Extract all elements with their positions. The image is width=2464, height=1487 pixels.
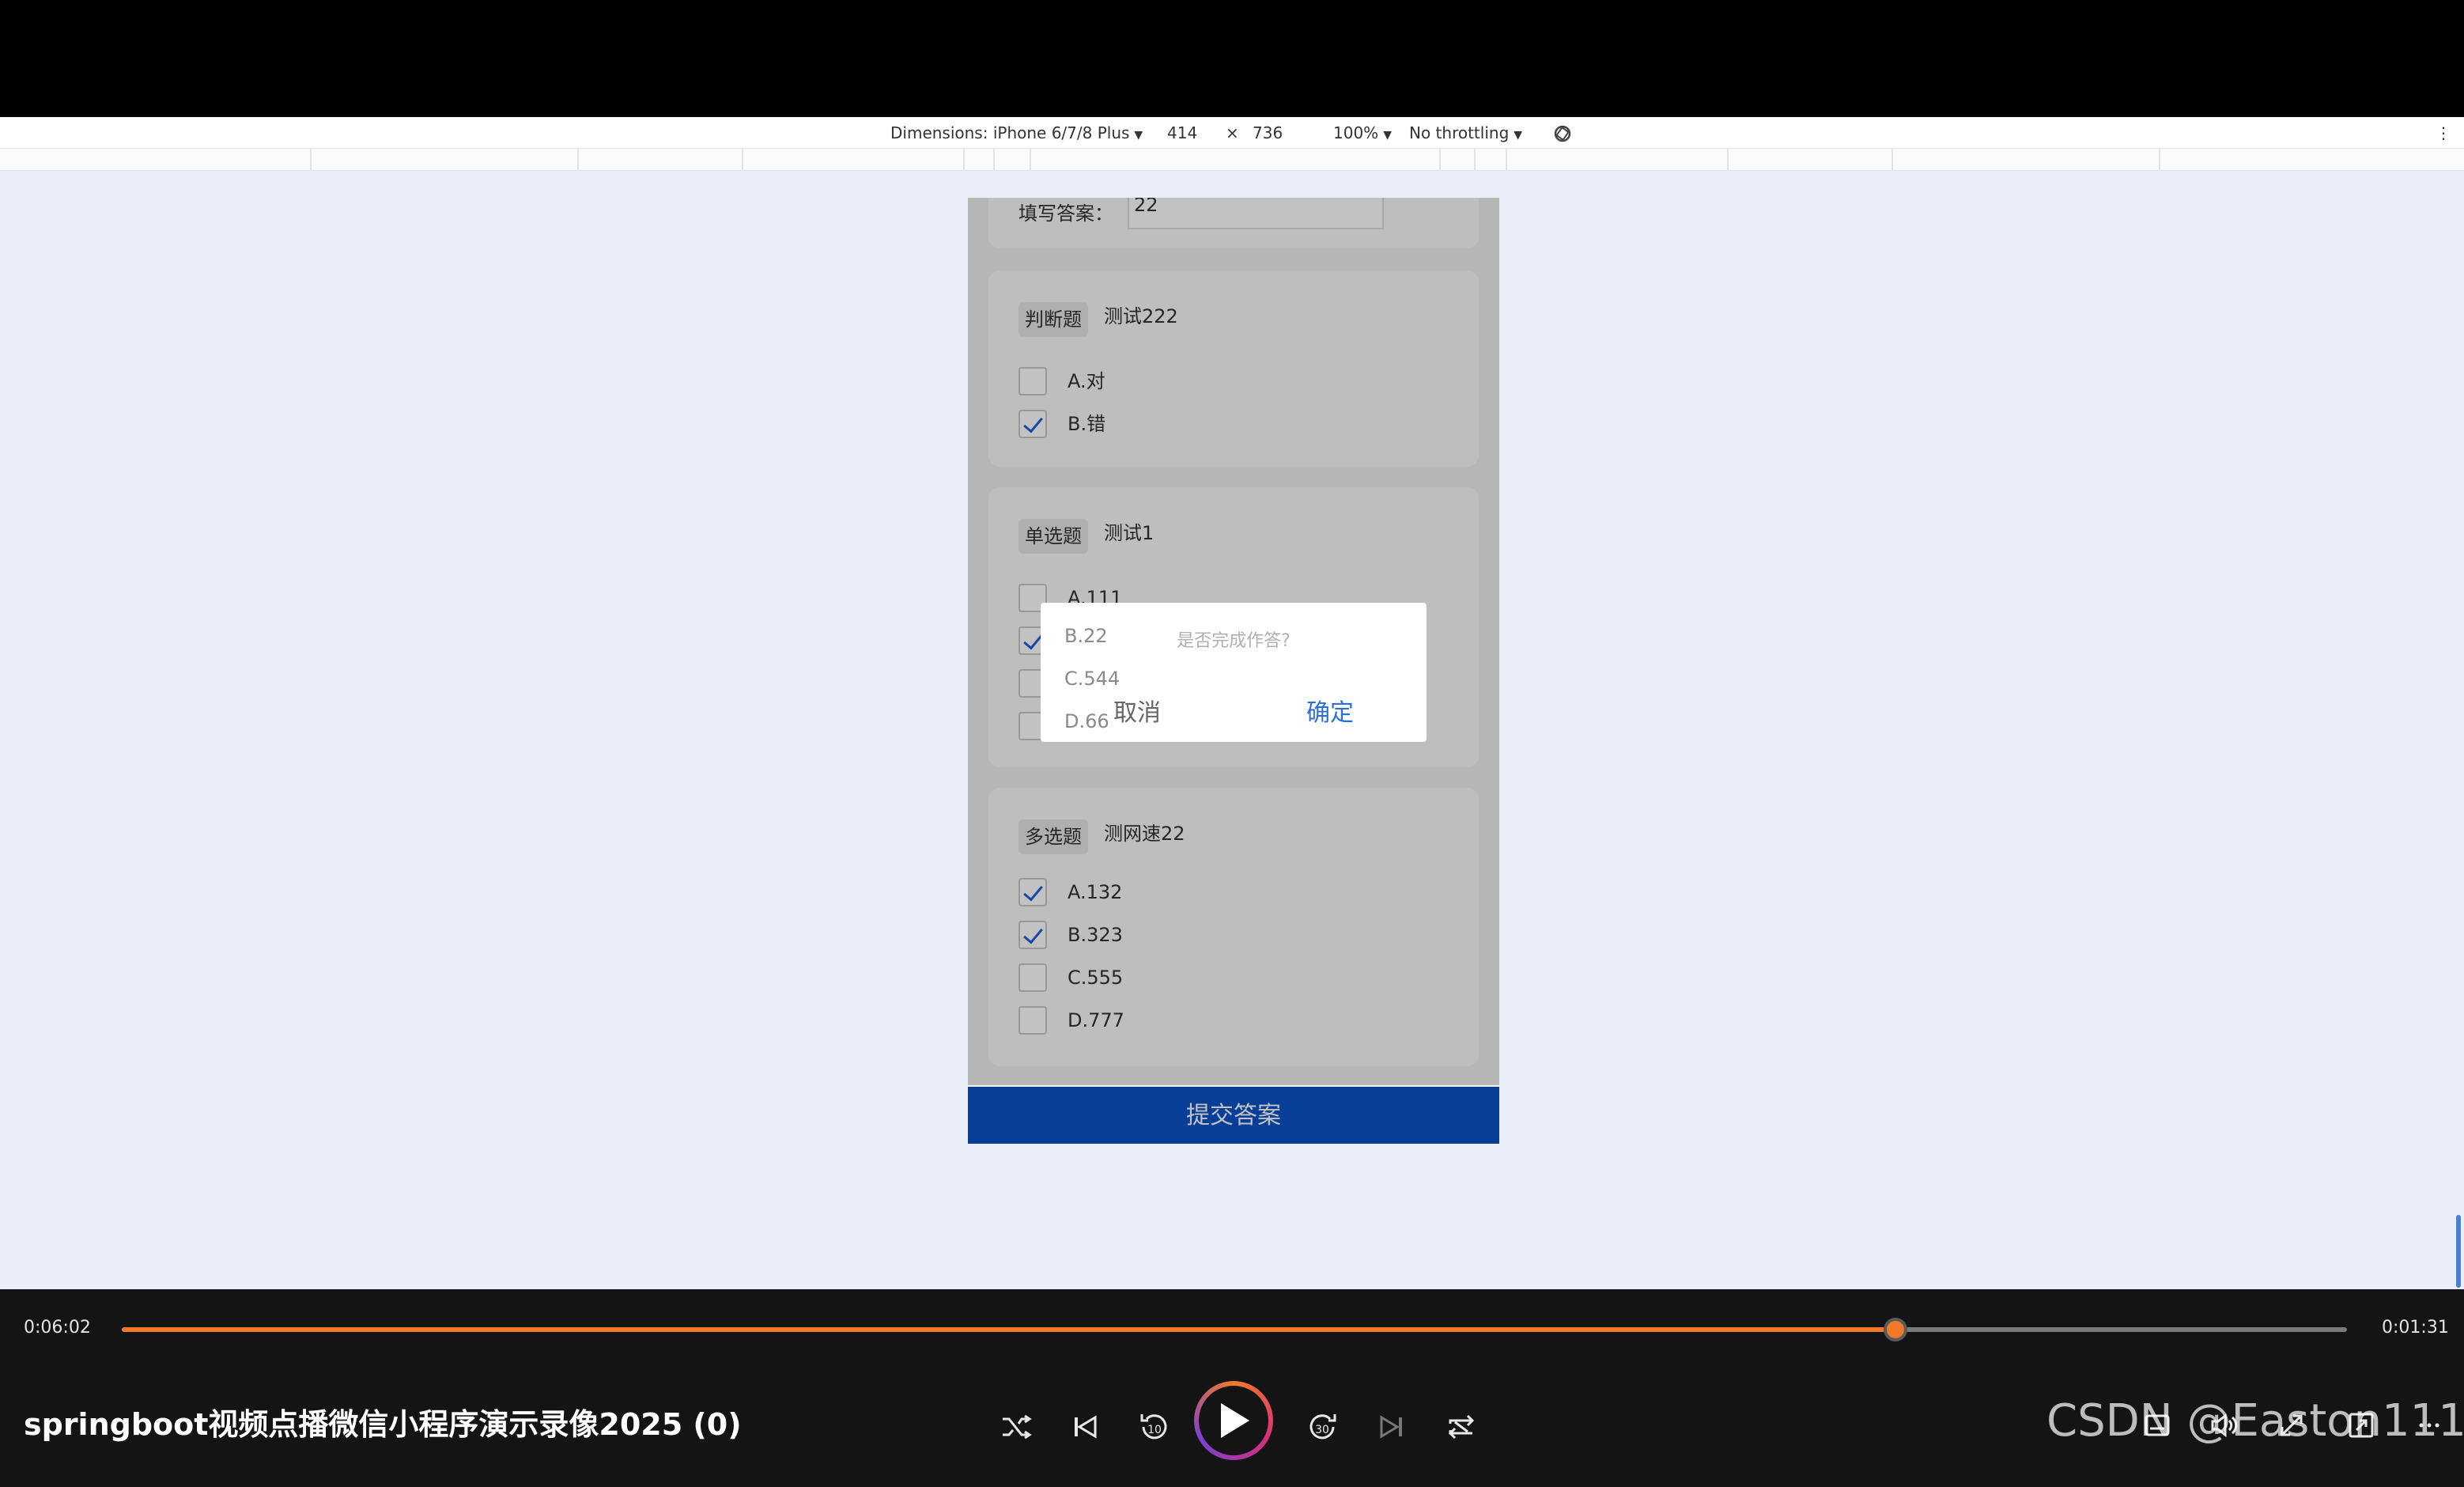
ruler-mark (310, 149, 312, 171)
submit-overlay (968, 1087, 1499, 1144)
media-query-ruler (0, 149, 2464, 171)
screen: Dimensions: iPhone 6/7/8 Plus ▼ 414 × 736… (0, 0, 2464, 1487)
ruler-mark (1439, 149, 1441, 171)
seek-bar[interactable] (122, 1327, 2347, 1332)
ruler-mark (2159, 149, 2160, 171)
rewind-10-icon[interactable]: 10 (1134, 1406, 1175, 1447)
confirm-button[interactable]: 确定 (1306, 693, 1354, 728)
more-options-icon[interactable]: ⋮ (2436, 117, 2451, 149)
play-icon (1221, 1403, 1249, 1438)
ruler-mark (1891, 149, 1893, 171)
ruler-mark (742, 149, 743, 171)
option-label-bleed: D.66 (1064, 710, 1109, 732)
play-button[interactable] (1194, 1381, 1273, 1460)
phone-screen: 填写答案： 22 判断题 测试222 A.对 B.错 单选题 测试1 A.111… (968, 198, 1499, 1144)
top-black-bar (0, 0, 2464, 117)
scrollbar-thumb[interactable] (2456, 1215, 2461, 1288)
ruler-mark (1727, 149, 1729, 171)
seek-handle[interactable] (1883, 1318, 1907, 1341)
repeat-icon[interactable] (1441, 1406, 1482, 1447)
ruler-mark (993, 149, 995, 171)
ruler-mark (1506, 149, 1507, 171)
height-input[interactable]: 736 (1253, 117, 1283, 149)
zoom-selector[interactable]: 100% ▼ (1333, 117, 1392, 149)
next-icon[interactable] (1371, 1406, 1412, 1447)
times-sign: × (1226, 123, 1239, 142)
svg-text:10: 10 (1147, 1424, 1162, 1436)
seek-bar-progress (122, 1327, 1895, 1332)
elapsed-time: 0:06:02 (24, 1318, 91, 1338)
throttling-selector[interactable]: No throttling ▼ (1409, 117, 1522, 149)
remaining-time: 0:01:31 (2382, 1318, 2449, 1338)
ruler-mark (1474, 149, 1476, 171)
dialog-message: 是否完成作答? (1177, 631, 1291, 651)
media-player-bar: 0:06:02 0:01:31 springboot视频点播微信小程序演示录像2… (0, 1289, 2464, 1487)
cancel-button[interactable]: 取消 (1113, 693, 1161, 728)
width-input[interactable]: 414 (1167, 117, 1197, 149)
device-selector[interactable]: Dimensions: iPhone 6/7/8 Plus ▼ (890, 117, 1143, 149)
devtools-device-toolbar: Dimensions: iPhone 6/7/8 Plus ▼ 414 × 736… (0, 117, 2464, 149)
video-title: springboot视频点播微信小程序演示录像2025 (0) (24, 1407, 742, 1442)
ruler-mark (963, 149, 965, 171)
ruler-mark (1030, 149, 1031, 171)
ruler-mark (577, 149, 579, 171)
forward-30-icon[interactable]: 30 (1302, 1406, 1343, 1447)
confirm-dialog: B.22 C.544 D.66 是否完成作答? 取消 确定 (1041, 603, 1427, 742)
shuffle-icon[interactable] (995, 1406, 1036, 1447)
rotate-icon[interactable] (1551, 123, 1574, 144)
option-label-bleed: C.544 (1064, 668, 1121, 690)
previous-icon[interactable] (1064, 1406, 1105, 1447)
watermark-text: CSDN @Easton111 (2046, 1395, 2464, 1447)
svg-text:30: 30 (1315, 1424, 1329, 1436)
